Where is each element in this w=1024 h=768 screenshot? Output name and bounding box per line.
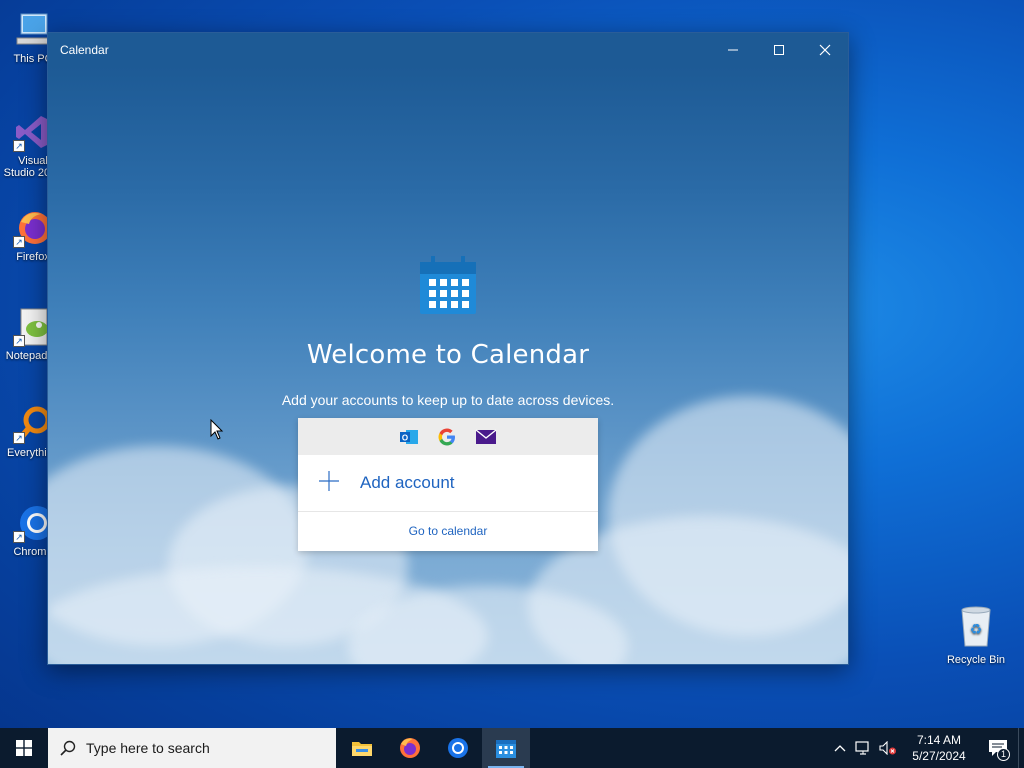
- system-tray: 7:14 AM 5/27/2024 1: [828, 728, 1024, 768]
- mail-icon: [475, 428, 497, 444]
- outlook-icon: O: [400, 429, 418, 444]
- file-explorer-icon: [352, 742, 372, 756]
- firefox-icon: [400, 738, 420, 758]
- minimize-icon: [728, 49, 738, 50]
- desktop-icon-recycle-bin[interactable]: ♻ Recycle Bin: [940, 604, 1012, 666]
- network-button[interactable]: [852, 728, 876, 768]
- shortcut-arrow-icon: ↗: [13, 531, 25, 543]
- svg-text:O: O: [402, 433, 408, 442]
- action-center-button[interactable]: 1: [978, 728, 1018, 768]
- clock-time: 7:14 AM: [916, 733, 962, 747]
- window-title: Calendar: [60, 42, 109, 57]
- welcome-panel: Welcome to Calendar Add your accounts to…: [48, 254, 848, 408]
- volume-muted-icon: [879, 741, 896, 755]
- maximize-button[interactable]: [756, 33, 802, 66]
- account-card: O Add account Go to calendar: [298, 418, 598, 551]
- volume-button[interactable]: [876, 728, 900, 768]
- title-bar[interactable]: Calendar: [48, 33, 848, 66]
- svg-text:♻: ♻: [970, 622, 983, 638]
- close-button[interactable]: [802, 33, 848, 66]
- calendar-window: Calendar Welcome to Calendar Add your ac…: [47, 32, 849, 665]
- calendar-logo-icon: [419, 254, 477, 316]
- shortcut-arrow-icon: ↗: [13, 432, 25, 444]
- recycle-bin-label: Recycle Bin: [946, 654, 1006, 666]
- shortcut-arrow-icon: ↗: [13, 335, 25, 347]
- show-desktop-button[interactable]: [1018, 728, 1024, 768]
- provider-icons-row: O: [298, 418, 598, 455]
- maximize-icon: [774, 44, 784, 55]
- taskbar-search-box[interactable]: Type here to search: [48, 728, 336, 768]
- welcome-title: Welcome to Calendar: [306, 340, 590, 370]
- google-icon: [438, 428, 455, 445]
- mouse-cursor-icon: [210, 418, 224, 446]
- notification-count-badge: 1: [997, 748, 1010, 761]
- network-icon: [855, 741, 869, 755]
- welcome-subtitle: Add your accounts to keep up to date acr…: [281, 392, 615, 408]
- shortcut-arrow-icon: ↗: [13, 236, 25, 248]
- close-icon: [819, 44, 831, 55]
- taskbar-app-file-explorer[interactable]: [338, 728, 386, 768]
- show-hidden-icons-button[interactable]: [828, 728, 852, 768]
- search-icon: [60, 740, 76, 756]
- clock-date: 5/27/2024: [912, 749, 966, 763]
- shortcut-arrow-icon: ↗: [13, 140, 25, 152]
- chrome-icon: [448, 738, 468, 758]
- windows-logo-icon: [16, 740, 32, 756]
- go-to-calendar-link[interactable]: Go to calendar: [298, 512, 598, 538]
- plus-icon: [318, 468, 360, 498]
- taskbar-app-firefox[interactable]: [386, 728, 434, 768]
- taskbar: Type here to search 7:14 AM 5/27/2024 1: [0, 728, 1024, 768]
- chevron-up-icon: [834, 745, 846, 752]
- add-account-button[interactable]: Add account: [298, 455, 598, 512]
- welcome-background: Welcome to Calendar Add your accounts to…: [48, 66, 848, 664]
- start-button[interactable]: [0, 728, 48, 768]
- calendar-icon: [496, 740, 516, 758]
- recycle-bin-icon: ♻: [956, 604, 996, 648]
- taskbar-app-chrome[interactable]: [434, 728, 482, 768]
- taskbar-clock[interactable]: 7:14 AM 5/27/2024: [900, 732, 978, 764]
- add-account-label: Add account: [360, 473, 455, 492]
- minimize-button[interactable]: [710, 33, 756, 66]
- search-placeholder: Type here to search: [86, 740, 210, 756]
- taskbar-app-calendar[interactable]: [482, 728, 530, 768]
